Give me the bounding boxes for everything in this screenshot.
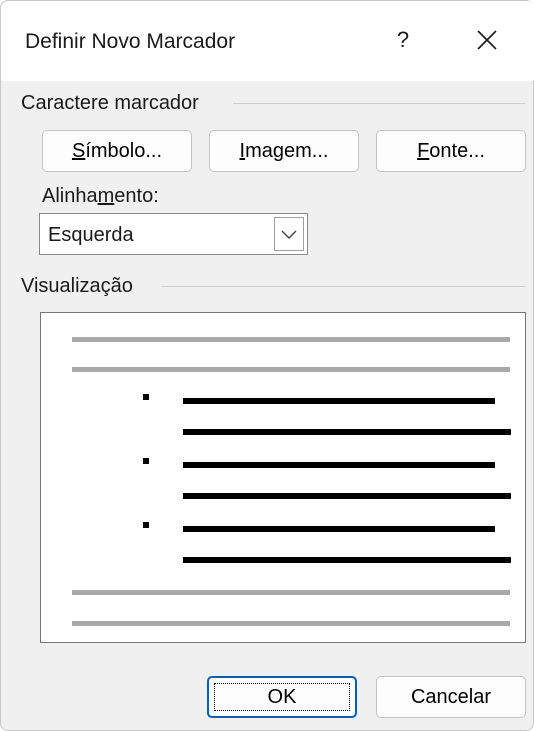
preview-gray-line: [72, 367, 510, 372]
preview-bullet: [143, 394, 149, 400]
preview-bullet-line: [183, 557, 511, 563]
define-new-bullet-dialog: Definir Novo Marcador ? Caractere marcad…: [0, 0, 534, 731]
preview-bullet: [143, 458, 149, 464]
group-divider: [233, 103, 525, 104]
preview-bullet-line: [183, 398, 495, 404]
cancel-button[interactable]: Cancelar: [376, 676, 526, 718]
alignment-dropdown-button[interactable]: [274, 217, 304, 251]
alignment-label-accel: m: [97, 185, 115, 207]
focus-ring: [214, 683, 350, 711]
group-divider: [161, 286, 525, 287]
font-accelerator: F: [417, 139, 430, 162]
preview-bullet: [143, 522, 149, 528]
preview-pane: [40, 312, 526, 643]
ok-button[interactable]: OK: [207, 676, 357, 718]
alignment-select[interactable]: Esquerda: [39, 213, 308, 255]
chevron-down-icon: [281, 230, 297, 239]
preview-gray-line: [72, 337, 510, 342]
help-button[interactable]: ?: [388, 25, 418, 55]
close-button[interactable]: [470, 23, 504, 57]
dialog-title: Definir Novo Marcador: [25, 30, 236, 53]
alignment-label-pre: Alinha: [42, 185, 98, 207]
font-label: onte...: [429, 139, 485, 162]
alignment-label: Alinhamento:: [42, 185, 159, 208]
font-button[interactable]: Fonte...: [376, 130, 526, 172]
preview-bullet-line: [183, 493, 511, 499]
preview-gray-line: [72, 590, 510, 595]
symbol-button[interactable]: Símbolo...: [42, 130, 192, 172]
preview-bullet-line: [183, 526, 495, 532]
symbol-accelerator: S: [71, 139, 86, 162]
close-icon: [477, 30, 497, 50]
preview-gray-line: [72, 621, 510, 626]
image-button[interactable]: Imagem...: [209, 130, 359, 172]
symbol-label: ímbolo...: [85, 139, 163, 162]
alignment-selected-value: Esquerda: [48, 224, 134, 246]
image-label: magem...: [245, 139, 329, 162]
preview-group-label: Visualização: [21, 275, 133, 297]
cancel-label: Cancelar: [410, 685, 492, 708]
alignment-label-post: ento:: [114, 185, 159, 207]
preview-bullet-line: [183, 429, 511, 435]
bullet-character-group-label: Caractere marcador: [21, 92, 199, 114]
title-bar: Definir Novo Marcador ?: [1, 1, 534, 81]
preview-bullet-line: [183, 462, 495, 468]
